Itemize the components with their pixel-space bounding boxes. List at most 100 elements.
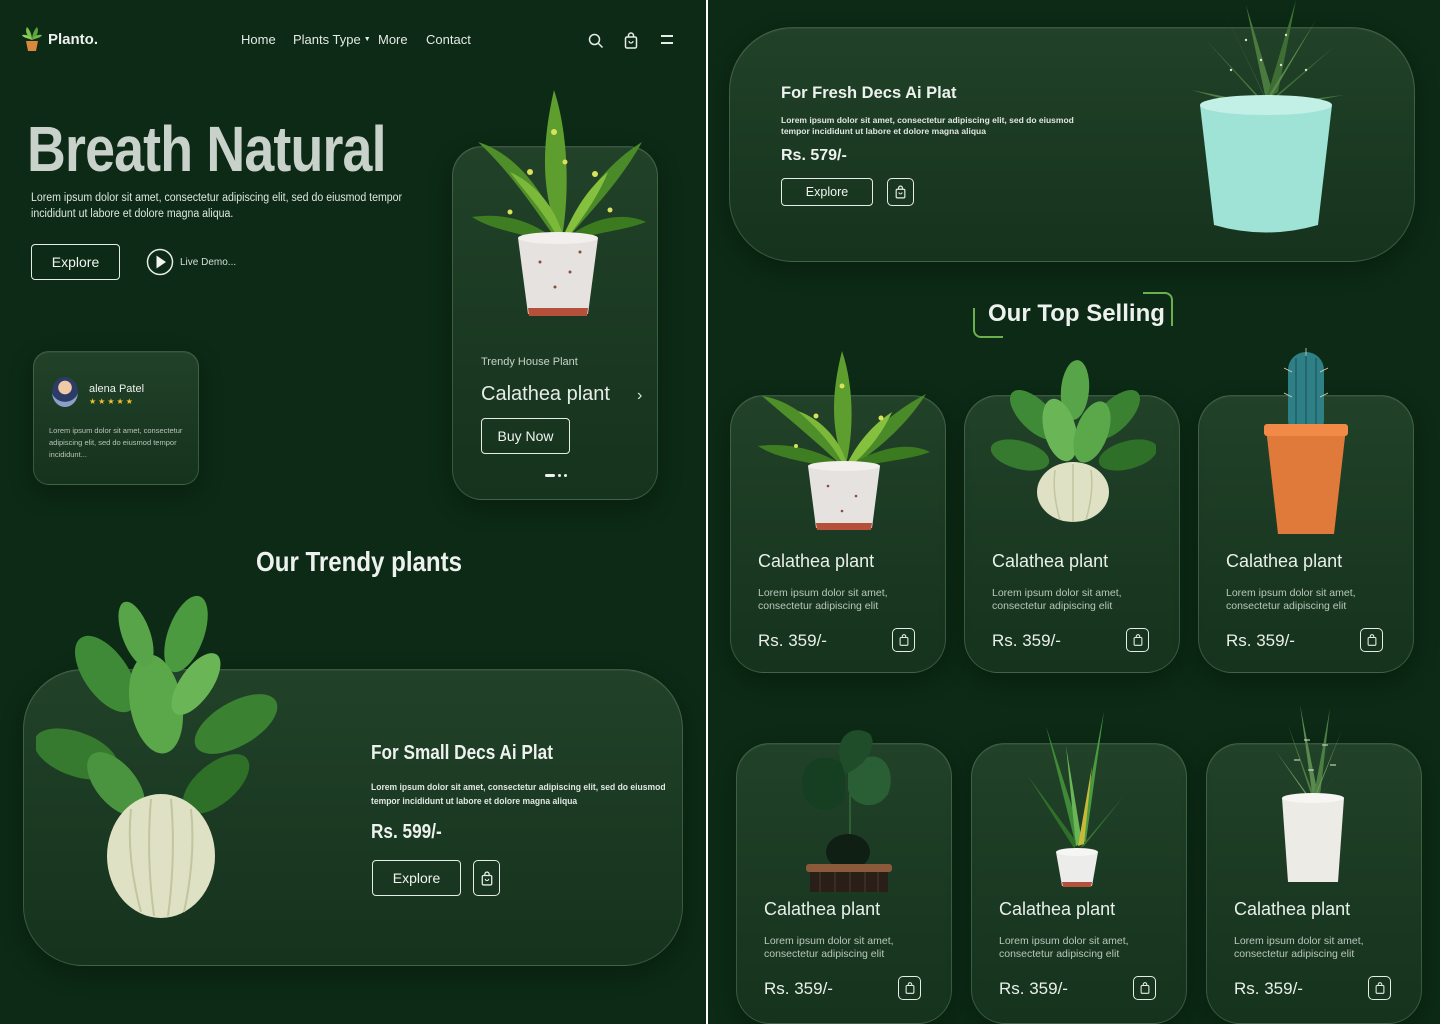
shopping-bag-icon (895, 185, 906, 199)
product-desc-line-1: Lorem ipsum dolor sit amet, (1226, 587, 1356, 599)
fresh-desc-line-2: tempor incididunt ut labore et dolore ma… (781, 126, 986, 136)
shopping-bag-icon[interactable] (624, 32, 638, 49)
fresh-explore-button[interactable]: Explore (781, 178, 873, 206)
product-desc-line-2: consectetur adipiscing elit (992, 600, 1113, 612)
trendy-cart-button[interactable] (473, 860, 500, 896)
trendy-price: Rs. 599/- (371, 821, 442, 843)
carousel-dot[interactable] (564, 474, 567, 477)
search-icon[interactable] (588, 33, 604, 49)
hero-desc-line-2: incididunt ut labore et dolore magna ali… (31, 208, 234, 220)
nav-plants-type-label: Plants Type (293, 32, 361, 47)
shopping-bag-icon (1133, 634, 1142, 646)
haworthia-white-pot-image (1275, 705, 1352, 882)
product-name: Calathea plant (1226, 551, 1343, 571)
play-icon (146, 248, 174, 276)
product-desc-line-1: Lorem ipsum dolor sit amet, (758, 587, 888, 599)
live-demo-button[interactable]: Live Demo... (146, 245, 236, 279)
monstera-stand-image (801, 730, 892, 892)
live-demo-label: Live Demo... (180, 256, 237, 268)
product-price: Rs. 359/- (999, 979, 1068, 998)
product-desc-line-1: Lorem ipsum dolor sit amet, (764, 935, 894, 947)
nav-more[interactable]: More (378, 32, 408, 47)
croton-plant-image (472, 90, 646, 316)
product-desc-line-2: consectetur adipiscing elit (999, 948, 1120, 960)
product-desc-line-2: consectetur adipiscing elit (1234, 948, 1355, 960)
review-text: Lorem ipsum dolor sit amet, consectetur … (49, 425, 197, 461)
spiky-plant-white-pot-image (1028, 711, 1124, 887)
carousel-dot-active[interactable] (545, 474, 555, 477)
product-price: Rs. 359/- (992, 631, 1061, 650)
trendy-heading: Our Trendy plants (256, 546, 463, 577)
product-name: Calathea plant (992, 551, 1109, 571)
product-description: Lorem ipsum dolor sit amet, consectetur … (1234, 935, 1394, 961)
plant-logo-icon (22, 27, 42, 51)
review-text-line-3: incididunt... (49, 450, 87, 459)
product-name: Calathea plant (764, 899, 881, 919)
logo[interactable]: Planto. (22, 26, 98, 52)
featured-title: Calathea plant (481, 383, 610, 405)
product-description: Lorem ipsum dolor sit amet, consectetur … (992, 587, 1152, 613)
nav-home[interactable]: Home (241, 32, 276, 47)
add-to-cart-button[interactable] (1368, 976, 1391, 1000)
menu-icon[interactable] (660, 34, 674, 46)
trendy-card-title: For Small Decs Ai Plat (371, 742, 553, 764)
carousel-dot[interactable] (558, 474, 561, 477)
succulent-mint-pot-image (1191, 0, 1344, 233)
review-card: alena Patel ★★★★★ Lorem ipsum dolor sit … (33, 351, 199, 485)
featured-subtitle: Trendy House Plant (481, 356, 578, 368)
product-price: Rs. 359/- (764, 979, 833, 998)
hero-description: Lorem ipsum dolor sit amet, consectetur … (31, 190, 431, 222)
product-description: Lorem ipsum dolor sit amet, consectetur … (999, 935, 1159, 961)
add-to-cart-button[interactable] (898, 976, 921, 1000)
cactus-orange-pot-image (1264, 348, 1348, 534)
product-name: Calathea plant (758, 551, 875, 571)
add-to-cart-button[interactable] (1133, 976, 1156, 1000)
add-to-cart-button[interactable] (892, 628, 915, 652)
leafy-plant-vase-image (36, 595, 278, 918)
product-price: Rs. 359/- (758, 631, 827, 650)
shopping-bag-icon (899, 634, 908, 646)
product-name: Calathea plant (1234, 899, 1351, 919)
product-price: Rs. 359/- (1226, 631, 1295, 650)
fresh-title: For Fresh Decs Ai Plat (781, 84, 957, 102)
shopping-bag-icon (1367, 634, 1376, 646)
avatar (52, 377, 78, 407)
trendy-desc-line-2: tempor incididunt ut labore et dolore ma… (371, 796, 578, 807)
product-price: Rs. 359/- (1234, 979, 1303, 998)
product-name: Calathea plant (999, 899, 1116, 919)
trendy-explore-button[interactable]: Explore (372, 860, 461, 896)
product-description: Lorem ipsum dolor sit amet, consectetur … (1226, 587, 1386, 613)
product-description: Lorem ipsum dolor sit amet, consectetur … (758, 587, 918, 613)
caret-down-icon: ▼ (363, 36, 371, 43)
shopping-bag-icon (481, 870, 492, 886)
top-selling-heading-wrap: Our Top Selling (973, 292, 1173, 340)
landing-panel: Planto. Home Plants Type ▼ More Contact … (0, 0, 706, 1024)
brand-name: Planto. (48, 30, 99, 48)
shopping-bag-icon (1375, 982, 1384, 994)
product-description: Lorem ipsum dolor sit amet, consectetur … (764, 935, 924, 961)
add-to-cart-button[interactable] (1126, 628, 1149, 652)
shopping-bag-icon (905, 982, 914, 994)
top-selling-heading: Our Top Selling (988, 300, 1165, 327)
hero-explore-button[interactable]: Explore (31, 244, 120, 280)
fresh-cart-button[interactable] (887, 178, 914, 206)
chevron-right-icon[interactable]: › (637, 387, 642, 405)
nav-contact[interactable]: Contact (426, 32, 471, 47)
rating-stars: ★★★★★ (89, 397, 135, 406)
buy-now-button[interactable]: Buy Now (481, 418, 570, 454)
trendy-desc-line-1: Lorem ipsum dolor sit amet, consectetur … (371, 782, 666, 793)
carousel-dots[interactable] (545, 474, 567, 477)
add-to-cart-button[interactable] (1360, 628, 1383, 652)
shopping-bag-icon (1140, 982, 1149, 994)
product-desc-line-2: consectetur adipiscing elit (764, 948, 885, 960)
leafy-plant-vase-image (990, 360, 1156, 522)
croton-plant-image (758, 351, 930, 530)
review-text-line-1: Lorem ipsum dolor sit amet, consectetur (49, 426, 183, 435)
fresh-description: Lorem ipsum dolor sit amet, consectetur … (781, 115, 1074, 137)
shop-panel: For Fresh Decs Ai Plat Lorem ipsum dolor… (708, 0, 1440, 1024)
product-desc-line-2: consectetur adipiscing elit (758, 600, 879, 612)
product-desc-line-1: Lorem ipsum dolor sit amet, (999, 935, 1129, 947)
trendy-card-description: Lorem ipsum dolor sit amet, consectetur … (371, 781, 698, 809)
review-text-line-2: adipiscing elit, sed do eiusmod tempor (49, 438, 177, 447)
nav-plants-type[interactable]: Plants Type ▼ (293, 32, 371, 47)
